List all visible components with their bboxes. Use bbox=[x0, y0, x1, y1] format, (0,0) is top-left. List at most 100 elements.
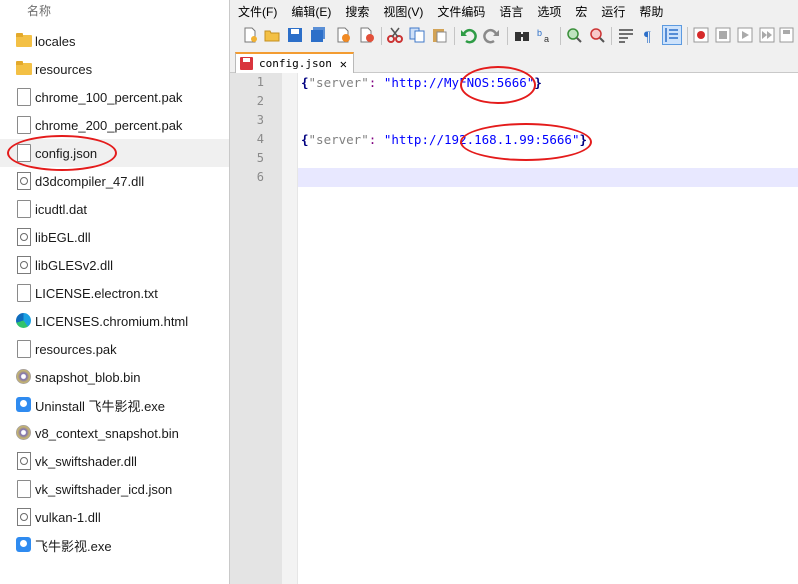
column-header-name[interactable]: 名称 bbox=[27, 2, 51, 19]
menu-bar: 文件(F) 编辑(E) 搜索 视图(V) 文件编码 语言 选项 宏 运行 帮助 bbox=[230, 0, 798, 22]
file-name: resources.pak bbox=[35, 341, 117, 357]
tab-label: config.json bbox=[259, 57, 332, 70]
menu-help[interactable]: 帮助 bbox=[632, 3, 670, 20]
menu-view[interactable]: 视图(V) bbox=[376, 3, 430, 20]
menu-search[interactable]: 搜索 bbox=[338, 3, 376, 20]
cut-icon[interactable] bbox=[386, 26, 404, 44]
save-all-icon[interactable] bbox=[309, 26, 327, 44]
line-number: 1 bbox=[256, 75, 264, 89]
list-item[interactable]: LICENSES.chromium.html bbox=[0, 307, 229, 335]
word-wrap-icon[interactable] bbox=[617, 26, 635, 44]
file-icon bbox=[16, 200, 32, 218]
show-all-chars-icon[interactable]: ¶ bbox=[640, 26, 658, 44]
paste-icon[interactable] bbox=[430, 26, 448, 44]
list-item[interactable]: resources.pak bbox=[0, 335, 229, 363]
code-line: {"server": "http://MyFNOS:5666"} bbox=[301, 73, 542, 92]
text-editor-window: 文件(F) 编辑(E) 搜索 视图(V) 文件编码 语言 选项 宏 运行 帮助 … bbox=[230, 0, 798, 584]
toolbar-separator bbox=[611, 27, 612, 45]
record-macro-icon[interactable] bbox=[692, 26, 710, 44]
file-name: d3dcompiler_47.dll bbox=[35, 173, 145, 189]
file-name: vk_swiftshader_icd.json bbox=[35, 481, 173, 497]
file-icon bbox=[16, 88, 32, 106]
json-key: "server" bbox=[308, 132, 369, 147]
fold-margin[interactable] bbox=[282, 73, 298, 584]
open-file-icon[interactable] bbox=[263, 26, 281, 44]
folder-icon bbox=[16, 60, 32, 78]
list-item[interactable]: locales bbox=[0, 27, 229, 55]
new-file-icon[interactable] bbox=[241, 26, 259, 44]
zoom-in-icon[interactable] bbox=[565, 26, 583, 44]
save-icon[interactable] bbox=[286, 26, 304, 44]
file-name: chrome_200_percent.pak bbox=[35, 117, 183, 133]
list-item[interactable]: resources bbox=[0, 55, 229, 83]
line-number: 4 bbox=[256, 132, 264, 146]
folder-icon bbox=[16, 32, 32, 50]
dll-icon bbox=[16, 172, 32, 190]
list-item[interactable]: LICENSE.electron.txt bbox=[0, 279, 229, 307]
json-colon: : bbox=[368, 132, 377, 147]
menu-language[interactable]: 语言 bbox=[492, 3, 530, 20]
copy-icon[interactable] bbox=[408, 26, 426, 44]
redo-icon[interactable] bbox=[483, 26, 501, 44]
svg-text:¶: ¶ bbox=[644, 29, 651, 44]
file-name: vk_swiftshader.dll bbox=[35, 453, 137, 469]
play-macro-icon[interactable] bbox=[736, 26, 754, 44]
list-item[interactable]: libEGL.dll bbox=[0, 223, 229, 251]
line-number: 3 bbox=[256, 113, 264, 127]
menu-macro[interactable]: 宏 bbox=[568, 3, 594, 20]
list-item-selected[interactable]: config.json bbox=[0, 139, 229, 167]
toolbar-separator bbox=[454, 27, 455, 45]
list-item[interactable]: vk_swiftshader.dll bbox=[0, 447, 229, 475]
file-name: chrome_100_percent.pak bbox=[35, 89, 183, 105]
menu-run[interactable]: 运行 bbox=[594, 3, 632, 20]
stop-record-icon[interactable] bbox=[714, 26, 732, 44]
dll-icon bbox=[16, 452, 32, 470]
code-editor[interactable]: 1 2 3 4 5 6 {"server": "http://MyFNOS:56… bbox=[230, 66, 798, 584]
list-item[interactable]: libGLESv2.dll bbox=[0, 251, 229, 279]
menu-file[interactable]: 文件(F) bbox=[230, 3, 284, 20]
replace-icon[interactable]: ba bbox=[536, 26, 554, 44]
json-value: "http://192.168.1.99:5666" bbox=[383, 132, 580, 147]
list-item[interactable]: chrome_200_percent.pak bbox=[0, 111, 229, 139]
list-item[interactable]: chrome_100_percent.pak bbox=[0, 83, 229, 111]
json-key: "server" bbox=[308, 75, 369, 90]
indent-guide-icon[interactable] bbox=[662, 25, 682, 45]
zoom-out-icon[interactable] bbox=[588, 26, 606, 44]
tab-config-json[interactable]: config.json ✕ bbox=[235, 52, 354, 73]
tab-close-icon[interactable]: ✕ bbox=[340, 57, 347, 71]
menu-settings[interactable]: 选项 bbox=[530, 3, 568, 20]
list-item[interactable]: Uninstall 飞牛影视.exe bbox=[0, 391, 229, 419]
list-item[interactable]: snapshot_blob.bin bbox=[0, 363, 229, 391]
undo-icon[interactable] bbox=[459, 26, 477, 44]
close-all-icon[interactable] bbox=[358, 26, 376, 44]
list-item[interactable]: vulkan-1.dll bbox=[0, 503, 229, 531]
file-name: LICENSE.electron.txt bbox=[35, 285, 158, 301]
list-item[interactable]: d3dcompiler_47.dll bbox=[0, 167, 229, 195]
line-number-gutter: 1 2 3 4 5 6 bbox=[230, 73, 282, 584]
disc-icon bbox=[16, 424, 32, 442]
menu-edit[interactable]: 编辑(E) bbox=[284, 3, 338, 20]
line-number: 2 bbox=[256, 94, 264, 108]
line-number: 5 bbox=[256, 151, 264, 165]
list-item[interactable]: v8_context_snapshot.bin bbox=[0, 419, 229, 447]
toolbar: ba ¶ bbox=[230, 24, 798, 48]
list-item[interactable]: icudtl.dat bbox=[0, 195, 229, 223]
list-item[interactable]: 飞牛影视.exe bbox=[0, 531, 229, 559]
disc-icon bbox=[16, 368, 32, 386]
list-item[interactable]: vk_swiftshader_icd.json bbox=[0, 475, 229, 503]
toolbar-separator bbox=[507, 27, 508, 45]
close-icon[interactable] bbox=[334, 26, 352, 44]
file-explorer-pane: 名称 locales resources chrome_100_percent.… bbox=[0, 0, 229, 584]
line-number: 6 bbox=[256, 170, 264, 184]
save-macro-icon[interactable] bbox=[778, 26, 796, 44]
file-name: libGLESv2.dll bbox=[35, 257, 114, 273]
find-icon[interactable] bbox=[513, 26, 531, 44]
file-name: locales bbox=[35, 33, 76, 49]
menu-encoding[interactable]: 文件编码 bbox=[430, 3, 492, 20]
tab-bar: config.json ✕ bbox=[230, 49, 798, 73]
run-macro-multiple-icon[interactable] bbox=[758, 26, 776, 44]
app-icon bbox=[16, 536, 32, 554]
file-name: vulkan-1.dll bbox=[35, 509, 101, 525]
file-icon bbox=[16, 340, 32, 358]
file-icon bbox=[16, 116, 32, 134]
